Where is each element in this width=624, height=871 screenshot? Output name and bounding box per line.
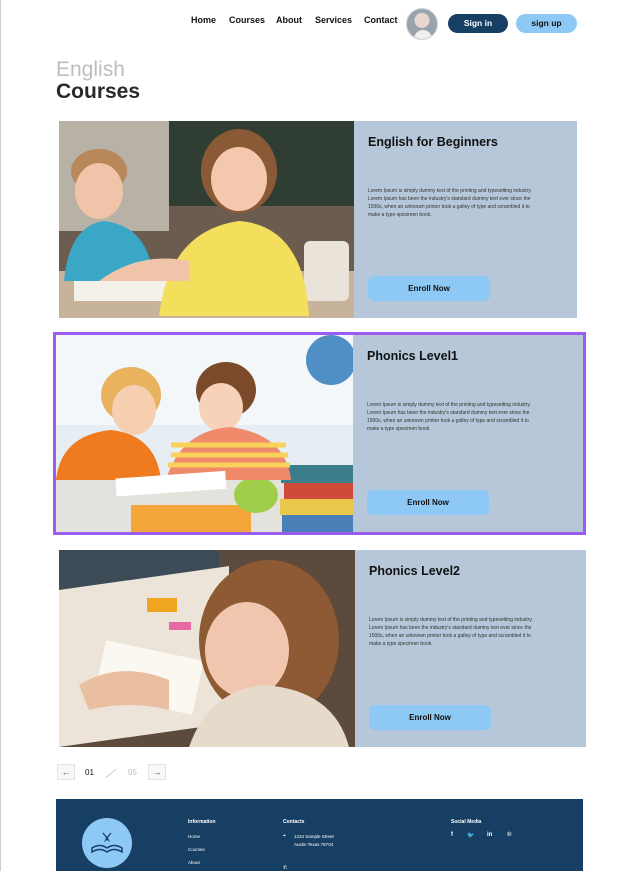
nav-contact-link[interactable]: Contact <box>364 15 398 25</box>
location-pin-icon: ⌖ <box>283 833 286 839</box>
nav-services-link[interactable]: Services <box>315 15 352 25</box>
phone-icon: ✆ <box>283 865 288 871</box>
footer-address-line2: Austin Texas 78704 <box>294 842 334 847</box>
course-description: Lorem Ipsum is simply dummy text of the … <box>367 402 531 432</box>
course-photo-phonics-level1 <box>56 335 353 532</box>
course-title: Phonics Level1 <box>367 349 459 363</box>
course-photo-english-beginners <box>59 121 354 318</box>
course-info-phonics-level2: Phonics Level2 Lorem Ipsum is simply dum… <box>355 550 586 747</box>
page-title-bold: Courses <box>56 80 141 103</box>
sign-in-button[interactable]: Sign in <box>448 14 508 33</box>
book-logo-icon <box>91 832 123 854</box>
nav-about-link[interactable]: About <box>276 15 302 25</box>
course-card-phonics-level2[interactable]: Phonics Level2 Lorem Ipsum is simply dum… <box>59 550 586 747</box>
enroll-now-button[interactable]: Enroll Now <box>367 490 489 515</box>
twitter-icon[interactable]: 🐦 <box>467 832 474 839</box>
footer-social-heading: Social Media <box>451 819 482 825</box>
footer-link-home[interactable]: Home <box>188 834 200 839</box>
linkedin-icon[interactable]: in <box>487 832 492 838</box>
course-card-english-beginners[interactable]: English for Beginners Lorem Ipsum is sim… <box>59 121 577 318</box>
course-card-phonics-level1[interactable]: Phonics Level1 Lorem Ipsum is simply dum… <box>53 332 586 535</box>
top-nav: Home Courses About Services Contact Sign… <box>1 4 624 40</box>
site-footer: Information Home Courses About Contacts … <box>56 799 583 871</box>
course-description: Lorem Ipsum is simply dummy text of the … <box>368 188 532 218</box>
footer-contacts-heading: Contacts <box>283 819 305 825</box>
course-title: Phonics Level2 <box>369 564 461 578</box>
course-info-phonics-level1: Phonics Level1 Lorem Ipsum is simply dum… <box>353 335 583 532</box>
footer-logo <box>82 818 132 868</box>
pagination-divider <box>105 768 117 779</box>
current-page-number: 01 <box>85 768 94 777</box>
pinterest-icon[interactable]: ℗ <box>507 832 511 838</box>
footer-link-courses[interactable]: Courses <box>188 847 205 852</box>
course-description: Lorem Ipsum is simply dummy text of the … <box>369 617 533 647</box>
footer-information-heading: Information <box>188 819 216 825</box>
course-info-english-beginners: English for Beginners Lorem Ipsum is sim… <box>354 121 577 318</box>
nav-home-link[interactable]: Home <box>191 15 216 25</box>
prev-page-button[interactable]: ← <box>57 764 75 780</box>
sign-up-button[interactable]: sign up <box>516 14 577 33</box>
next-page-button[interactable]: → <box>148 764 166 780</box>
total-pages-number: 05 <box>128 768 137 777</box>
facebook-icon[interactable]: f <box>451 832 453 838</box>
user-avatar[interactable] <box>406 8 438 40</box>
footer-address-line1: 1234 Sample Street <box>294 834 334 839</box>
course-photo-phonics-level2 <box>59 550 355 747</box>
nav-courses-link[interactable]: Courses <box>229 15 265 25</box>
page-title-light: English <box>56 58 125 81</box>
enroll-now-button[interactable]: Enroll Now <box>368 276 490 301</box>
enroll-now-button[interactable]: Enroll Now <box>369 705 491 730</box>
course-title: English for Beginners <box>368 135 498 149</box>
footer-link-about[interactable]: About <box>188 860 200 865</box>
